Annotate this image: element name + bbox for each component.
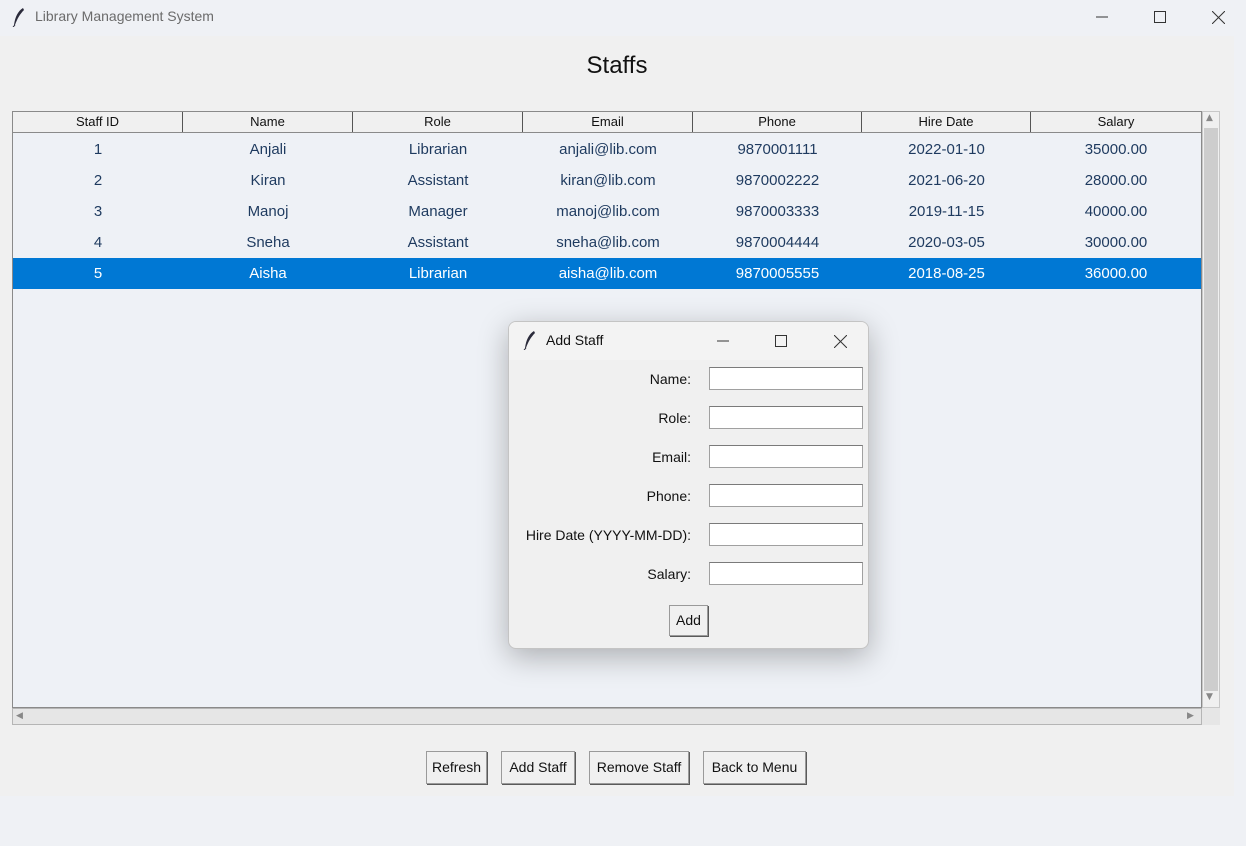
close-icon	[1211, 10, 1225, 24]
maximize-icon	[1154, 11, 1166, 23]
scroll-right-icon[interactable]: ▶	[1187, 711, 1194, 721]
name-label: Name:	[649, 371, 691, 387]
column-header-name[interactable]: Name	[183, 112, 353, 132]
salary-field[interactable]	[709, 562, 863, 585]
cell-phone: 9870004444	[735, 234, 820, 251]
vertical-scroll-thumb[interactable]	[1204, 128, 1218, 691]
cell-email: sneha@lib.com	[556, 234, 660, 251]
cell-name: Sneha	[246, 234, 290, 251]
cell-hire-date: 2018-08-25	[908, 265, 985, 282]
cell-phone: 9870003333	[735, 203, 820, 220]
dialog-maximize-button[interactable]	[761, 324, 801, 358]
cell-hire-date: 2019-11-15	[908, 203, 985, 220]
hire-date-label: Hire Date (YYYY-MM-DD):	[525, 527, 691, 543]
cell-salary: 36000.00	[1084, 265, 1148, 282]
cell-staff-id: 5	[93, 265, 103, 282]
scrollbar-corner	[1202, 708, 1220, 725]
cell-hire-date: 2021-06-20	[908, 172, 985, 189]
maximize-button[interactable]	[1131, 0, 1189, 34]
cell-role: Librarian	[408, 265, 468, 282]
minimize-button[interactable]	[1073, 0, 1131, 34]
column-header-hire-date[interactable]: Hire Date	[862, 112, 1031, 132]
dialog-title: Add Staff	[546, 332, 604, 348]
role-label: Role:	[658, 410, 691, 426]
role-field[interactable]	[709, 406, 863, 429]
add-staff-dialog: Add Staff Name: Role: Email: Phone: Hire…	[508, 321, 869, 649]
cell-name: Kiran	[250, 172, 286, 189]
cell-staff-id: 4	[93, 234, 103, 251]
salary-label: Salary:	[647, 566, 691, 582]
title-bar[interactable]: Library Management System	[0, 0, 1246, 36]
cell-hire-date: 2022-01-10	[908, 141, 985, 158]
feather-icon	[12, 8, 24, 27]
cell-email: aisha@lib.com	[558, 265, 658, 282]
phone-label: Phone:	[646, 488, 691, 504]
cell-name: Anjali	[249, 141, 287, 158]
back-to-menu-button[interactable]: Back to Menu	[703, 751, 806, 784]
hire-date-field[interactable]	[709, 523, 863, 546]
minimize-icon	[1096, 16, 1108, 18]
close-button[interactable]	[1189, 0, 1246, 34]
cell-role: Manager	[408, 203, 468, 220]
email-label: Email:	[652, 449, 691, 465]
phone-field[interactable]	[709, 484, 863, 507]
cell-phone: 9870005555	[735, 265, 820, 282]
add-staff-button[interactable]: Add Staff	[501, 751, 575, 784]
cell-name: Manoj	[247, 203, 289, 220]
horizontal-scrollbar[interactable]: ◀ ▶	[12, 708, 1202, 725]
scroll-left-icon[interactable]: ◀	[16, 711, 23, 721]
name-field[interactable]	[709, 367, 863, 390]
cell-staff-id: 2	[93, 172, 103, 189]
column-header-phone[interactable]: Phone	[693, 112, 862, 132]
table-header: Staff ID Name Role Email Phone Hire Date…	[13, 112, 1201, 133]
cell-role: Librarian	[408, 141, 468, 158]
column-header-salary[interactable]: Salary	[1031, 112, 1201, 132]
cell-name: Aisha	[249, 265, 287, 282]
add-button[interactable]: Add	[669, 605, 708, 636]
cell-email: anjali@lib.com	[559, 141, 657, 158]
column-header-email[interactable]: Email	[523, 112, 693, 132]
dialog-title-bar[interactable]: Add Staff	[509, 322, 868, 360]
cell-hire-date: 2020-03-05	[908, 234, 985, 251]
close-icon	[833, 334, 847, 348]
refresh-button[interactable]: Refresh	[426, 751, 487, 784]
maximize-icon	[775, 335, 787, 347]
cell-email: manoj@lib.com	[556, 203, 660, 220]
table-row[interactable]: 4 Sneha Assistant sneha@lib.com 98700044…	[13, 227, 1201, 258]
cell-salary: 40000.00	[1084, 203, 1148, 220]
scroll-down-icon[interactable]: ▼	[1206, 692, 1213, 702]
cell-salary: 35000.00	[1084, 141, 1148, 158]
cell-salary: 28000.00	[1084, 172, 1148, 189]
column-header-staff-id[interactable]: Staff ID	[13, 112, 183, 132]
column-header-role[interactable]: Role	[353, 112, 523, 132]
cell-staff-id: 1	[93, 141, 103, 158]
remove-staff-button[interactable]: Remove Staff	[589, 751, 689, 784]
feather-icon	[523, 331, 535, 350]
table-row-selected[interactable]: 5 Aisha Librarian aisha@lib.com 98700055…	[13, 258, 1201, 289]
scroll-up-icon[interactable]: ▲	[1206, 113, 1213, 123]
dialog-close-button[interactable]	[820, 324, 860, 358]
table-row[interactable]: 3 Manoj Manager manoj@lib.com 9870003333…	[13, 196, 1201, 227]
table-body: 1 Anjali Librarian anjali@lib.com 987000…	[13, 134, 1201, 289]
vertical-scrollbar[interactable]: ▲ ▼	[1202, 111, 1220, 708]
page-title: Staffs	[586, 52, 648, 79]
table-row[interactable]: 1 Anjali Librarian anjali@lib.com 987000…	[13, 134, 1201, 165]
dialog-minimize-button[interactable]	[703, 324, 743, 358]
cell-role: Assistant	[407, 234, 469, 251]
table-row[interactable]: 2 Kiran Assistant kiran@lib.com 98700022…	[13, 165, 1201, 196]
cell-phone: 9870002222	[735, 172, 820, 189]
minimize-icon	[717, 340, 729, 342]
cell-staff-id: 3	[93, 203, 103, 220]
cell-email: kiran@lib.com	[560, 172, 656, 189]
cell-salary: 30000.00	[1084, 234, 1148, 251]
email-field[interactable]	[709, 445, 863, 468]
window-title: Library Management System	[35, 8, 214, 24]
cell-role: Assistant	[407, 172, 469, 189]
cell-phone: 9870001111	[737, 141, 818, 158]
